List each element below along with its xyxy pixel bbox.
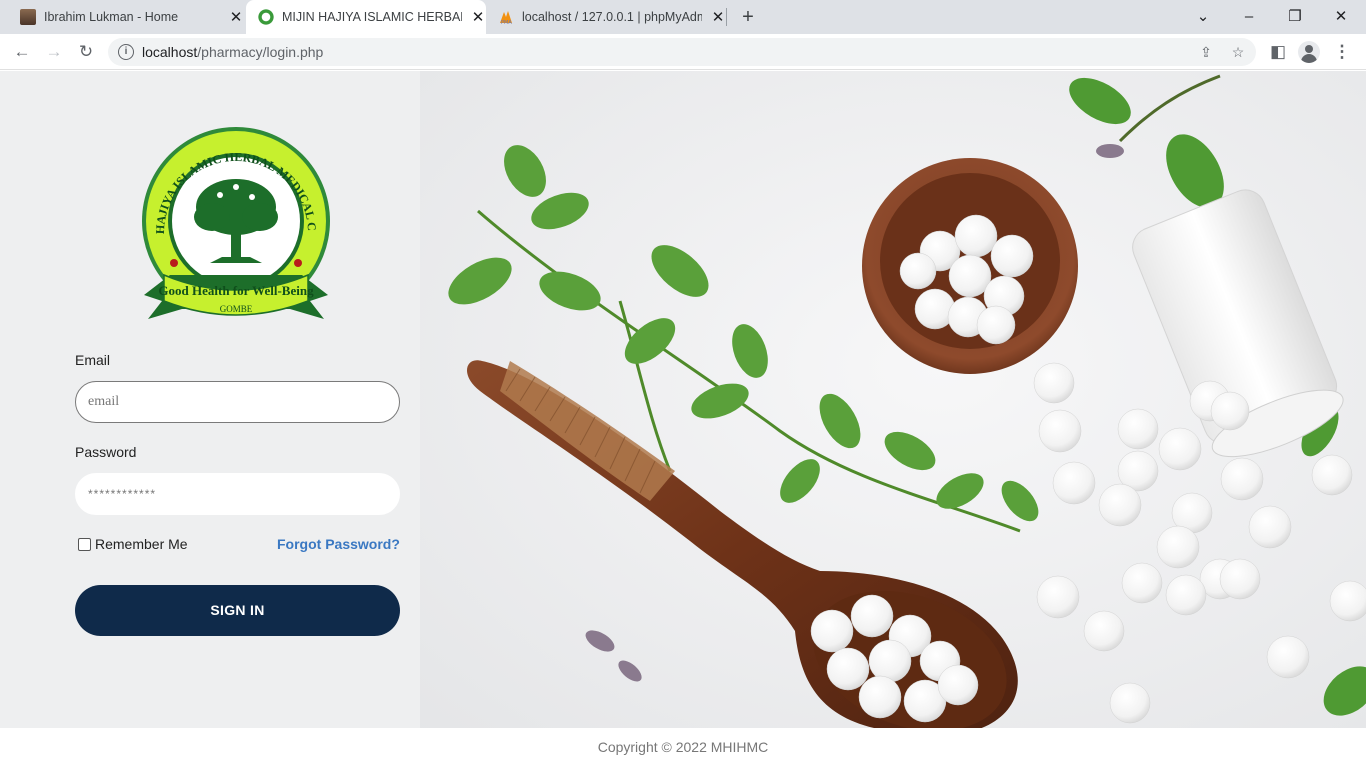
close-icon[interactable]: ✕ bbox=[470, 8, 486, 26]
herbal-centre-logo: MIJIN HAJIYA ISLAMIC HERBAL MEDICAL CENT… bbox=[140, 125, 330, 319]
url-host: localhost bbox=[142, 44, 198, 60]
browser-toolbar: ← → ↻ i localhost/pharmacy/login.php ⇪ ☆… bbox=[0, 34, 1366, 70]
tab-title: Ibrahim Lukman - Home bbox=[44, 10, 179, 24]
logo-location-text: GOMBE bbox=[220, 304, 253, 314]
phpmyadmin-favicon-icon: PMA bbox=[498, 9, 514, 26]
tab-phpmyadmin[interactable]: PMA localhost / 127.0.0.1 | phpMyAdm ✕ bbox=[488, 0, 726, 34]
remember-me-checkbox[interactable] bbox=[78, 537, 91, 551]
tab-title: MIJIN HAJIYA ISLAMIC HERBAL M bbox=[282, 10, 462, 24]
remember-me[interactable]: Remember Me bbox=[78, 536, 188, 552]
svg-text:PMA: PMA bbox=[501, 20, 512, 25]
menu-kebab-icon[interactable]: ⋮ bbox=[1330, 40, 1354, 64]
forgot-password-link[interactable]: Forgot Password? bbox=[277, 536, 400, 552]
tab-login[interactable]: MIJIN HAJIYA ISLAMIC HERBAL M ✕ bbox=[246, 0, 486, 34]
footer-copyright: Copyright © 2022 MHIHMC bbox=[0, 728, 1366, 768]
email-field[interactable] bbox=[75, 381, 400, 423]
tab-title: localhost / 127.0.0.1 | phpMyAdm bbox=[522, 10, 702, 24]
side-panel-icon[interactable]: ◧ bbox=[1266, 40, 1290, 64]
url-path: /pharmacy/login.php bbox=[197, 44, 324, 60]
sign-in-button[interactable]: SIGN IN bbox=[75, 585, 400, 636]
email-label: Email bbox=[75, 352, 111, 368]
restore-icon[interactable]: ❐ bbox=[1282, 4, 1308, 30]
herbal-medicine-hero-image bbox=[420, 71, 1366, 728]
share-icon[interactable]: ⇪ bbox=[1196, 42, 1216, 62]
herbal-logo-favicon-icon bbox=[258, 9, 274, 25]
site-info-icon[interactable]: i bbox=[118, 44, 134, 60]
profile-avatar-icon[interactable] bbox=[1298, 41, 1320, 63]
password-field[interactable] bbox=[75, 473, 400, 515]
browser-tab-bar: Ibrahim Lukman - Home ✕ MIJIN HAJIYA ISL… bbox=[0, 0, 1366, 34]
url-text[interactable]: localhost/pharmacy/login.php bbox=[142, 44, 323, 60]
tab-search-chevron-down-icon[interactable]: ⌄ bbox=[1190, 4, 1216, 30]
close-icon[interactable]: ✕ bbox=[228, 8, 244, 26]
logo-ribbon-text: Good Health for Well-Being bbox=[158, 283, 314, 298]
profile-photo-favicon-icon bbox=[20, 9, 36, 25]
login-page: MIJIN HAJIYA ISLAMIC HERBAL MEDICAL CENT… bbox=[0, 71, 1366, 728]
bookmark-star-icon[interactable]: ☆ bbox=[1228, 42, 1248, 62]
tab-separator bbox=[726, 8, 727, 26]
close-icon[interactable]: ✕ bbox=[710, 8, 726, 26]
reload-icon[interactable]: ↻ bbox=[74, 40, 98, 64]
tab-home[interactable]: Ibrahim Lukman - Home ✕ bbox=[12, 0, 244, 34]
back-arrow-icon[interactable]: ← bbox=[10, 40, 34, 64]
password-label: Password bbox=[75, 444, 137, 460]
address-bar[interactable]: i localhost/pharmacy/login.php ⇪ ☆ bbox=[108, 38, 1256, 66]
forward-arrow-icon[interactable]: → bbox=[42, 40, 66, 64]
window-close-icon[interactable]: ✕ bbox=[1328, 4, 1354, 30]
minimize-icon[interactable]: – bbox=[1236, 4, 1262, 30]
new-tab-plus-icon[interactable]: + bbox=[737, 6, 759, 28]
remember-me-label: Remember Me bbox=[95, 536, 188, 552]
